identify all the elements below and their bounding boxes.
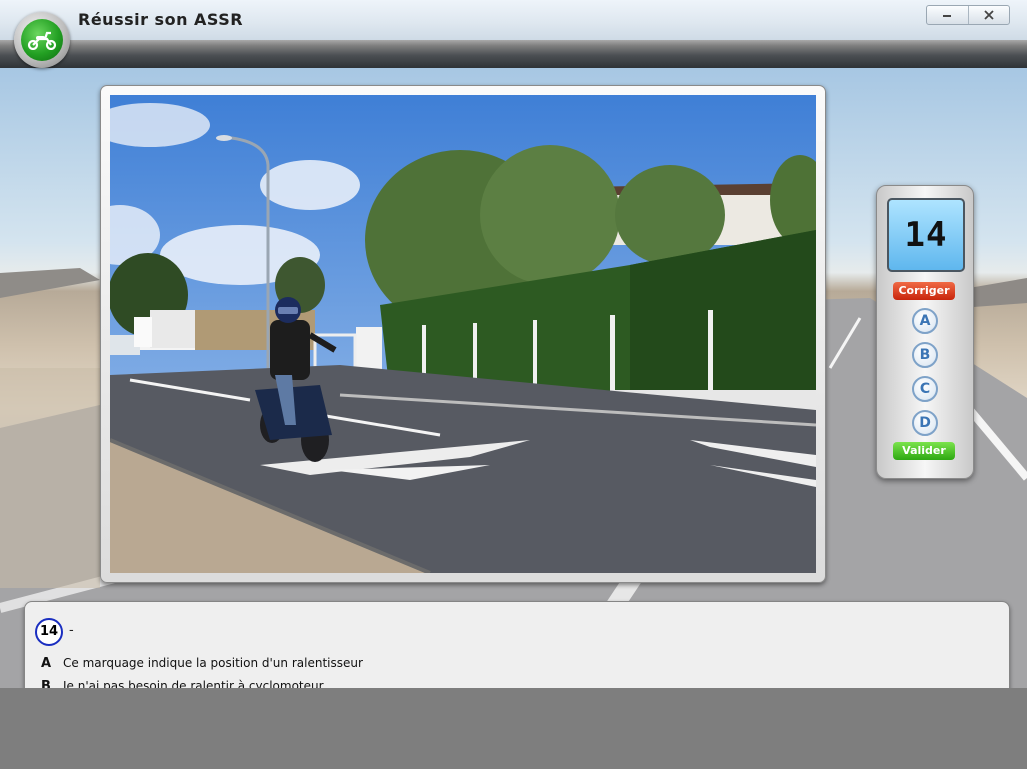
window-controls bbox=[926, 5, 1010, 25]
app-window: Réussir son ASSR 14 Corriger A B C D Val… bbox=[0, 0, 1027, 688]
answer-letter: A bbox=[41, 656, 52, 671]
option-d-button[interactable]: D bbox=[912, 410, 938, 436]
scooter-icon bbox=[27, 31, 57, 50]
question-photo-frame bbox=[100, 85, 826, 583]
option-b-button[interactable]: B bbox=[912, 342, 938, 368]
window-title: Réussir son ASSR bbox=[78, 10, 244, 29]
answer-panel: 14 Corriger A B C D Valider bbox=[876, 185, 974, 479]
close-icon bbox=[984, 10, 994, 20]
question-panel: 14 - A Ce marquage indique la position d'… bbox=[24, 601, 1010, 688]
empty-area bbox=[0, 688, 1027, 769]
question-number-badge: 14 bbox=[35, 618, 63, 646]
close-button[interactable] bbox=[967, 6, 1010, 24]
answer-text: Ce marquage indique la position d'un ral… bbox=[63, 656, 363, 670]
question-number-display: 14 bbox=[887, 198, 965, 272]
option-a-button[interactable]: A bbox=[912, 308, 938, 334]
answer-text: Je n'ai pas besoin de ralentir à cyclomo… bbox=[63, 679, 324, 688]
toolbar-strip bbox=[0, 40, 1027, 68]
corriger-button[interactable]: Corriger bbox=[893, 282, 955, 300]
road-scene-image bbox=[110, 95, 816, 573]
valider-button[interactable]: Valider bbox=[893, 442, 955, 460]
minimize-button[interactable] bbox=[927, 6, 968, 24]
option-c-button[interactable]: C bbox=[912, 376, 938, 402]
question-text: - bbox=[69, 623, 74, 638]
answer-letter: B bbox=[41, 679, 51, 688]
answer-row-b: B Je n'ai pas besoin de ralentir à cyclom… bbox=[41, 679, 324, 688]
minimize-icon bbox=[943, 15, 952, 17]
question-photo bbox=[110, 95, 816, 573]
app-logo bbox=[14, 12, 70, 68]
answer-row-a: A Ce marquage indique la position d'un ra… bbox=[41, 656, 363, 671]
title-bar: Réussir son ASSR bbox=[0, 0, 1027, 41]
